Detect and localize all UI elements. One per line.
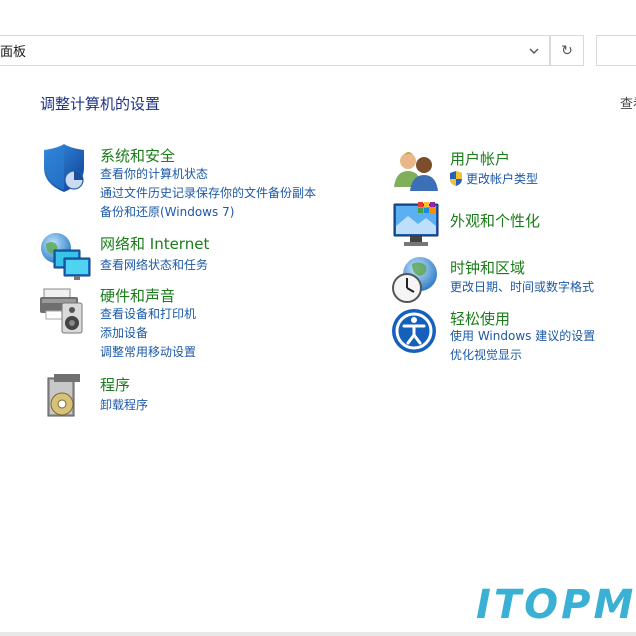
system-security-title[interactable]: 系统和安全 (100, 145, 175, 166)
address-field[interactable]: 面板 (0, 35, 550, 66)
backup-restore-link[interactable]: 备份和还原(Windows 7) (100, 205, 234, 219)
add-device-link[interactable]: 添加设备 (100, 326, 148, 340)
file-history-link[interactable]: 通过文件历史记录保存你的文件备份副本 (100, 186, 316, 200)
watermark-text: ITOPM (476, 582, 636, 628)
ease-of-access-icon[interactable] (392, 307, 444, 359)
bottom-border (0, 632, 636, 636)
change-account-type-link[interactable]: 更改帐户类型 (466, 172, 538, 186)
chevron-down-icon[interactable] (527, 44, 541, 58)
network-status-link[interactable]: 查看网络状态和任务 (100, 258, 208, 272)
category-clock-region: 时钟和区域 更改日期、时间或数字格式 (392, 256, 632, 306)
category-system-security: 系统和安全 查看你的计算机状态 通过文件历史记录保存你的文件备份副本 备份和还原… (40, 144, 340, 224)
clock-globe-icon[interactable] (392, 256, 444, 308)
devices-printers-link[interactable]: 查看设备和打印机 (100, 307, 196, 321)
shield-icon[interactable] (40, 144, 92, 196)
users-icon[interactable] (392, 147, 444, 199)
appearance-title[interactable]: 外观和个性化 (450, 210, 540, 231)
address-path-text: 面板 (0, 45, 27, 60)
category-appearance: 外观和个性化 (392, 200, 632, 250)
view-by-label[interactable]: 查看 (620, 93, 636, 112)
uninstall-program-link[interactable]: 卸载程序 (100, 398, 148, 412)
page-title: 调整计算机的设置 (40, 95, 161, 113)
category-hardware: 硬件和声音 查看设备和打印机 添加设备 调整常用移动设置 (40, 283, 340, 363)
category-user-accounts: 用户帐户 更改帐户类型 (392, 147, 632, 197)
programs-title[interactable]: 程序 (100, 374, 130, 395)
user-accounts-title[interactable]: 用户帐户 (450, 148, 510, 169)
category-ease-of-access: 轻松使用 使用 Windows 建议的设置 优化视觉显示 (392, 307, 632, 367)
watermark: ITOPM (468, 578, 636, 636)
change-date-time-link[interactable]: 更改日期、时间或数字格式 (450, 280, 594, 294)
category-programs: 程序 卸载程序 (40, 372, 340, 422)
printer-speaker-icon[interactable] (40, 283, 92, 335)
monitor-palette-icon[interactable] (392, 200, 444, 252)
view-computer-status-link[interactable]: 查看你的计算机状态 (100, 167, 208, 181)
ease-of-access-title[interactable]: 轻松使用 (450, 308, 510, 329)
uac-shield-icon (450, 171, 462, 186)
network-title[interactable]: 网络和 Internet (100, 233, 209, 254)
optimize-visual-link[interactable]: 优化视觉显示 (450, 348, 522, 362)
search-input[interactable] (596, 35, 636, 66)
programs-disc-icon[interactable] (40, 372, 92, 424)
refresh-icon: ↻ (561, 42, 573, 59)
hardware-title[interactable]: 硬件和声音 (100, 285, 175, 306)
mobility-settings-link[interactable]: 调整常用移动设置 (100, 345, 196, 359)
clock-region-title[interactable]: 时钟和区域 (450, 257, 525, 278)
address-bar-area: 面板 ↻ (0, 0, 636, 100)
network-globe-icon[interactable] (40, 232, 92, 284)
refresh-button[interactable]: ↻ (550, 35, 584, 66)
recommended-settings-link[interactable]: 使用 Windows 建议的设置 (450, 329, 595, 343)
category-network: 网络和 Internet 查看网络状态和任务 (40, 232, 340, 282)
